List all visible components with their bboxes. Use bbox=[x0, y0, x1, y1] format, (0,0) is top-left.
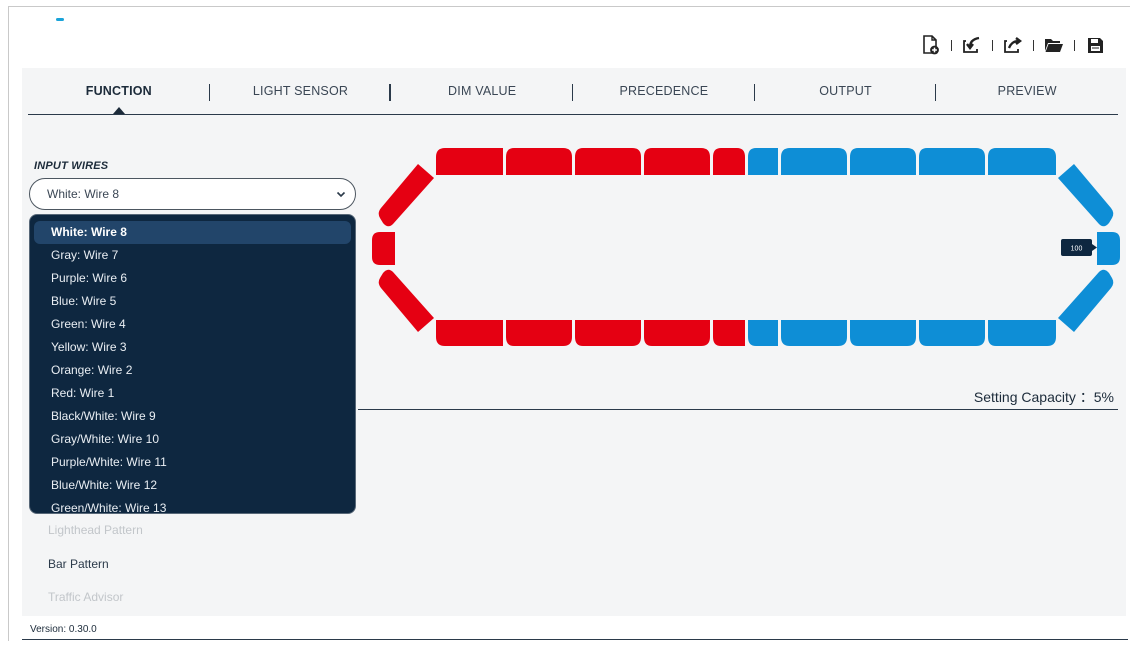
chevron-down-icon bbox=[336, 191, 346, 198]
light-segment[interactable] bbox=[575, 148, 641, 175]
toolbar-separator bbox=[951, 39, 952, 51]
tab-light-sensor[interactable]: LIGHT SENSOR bbox=[210, 68, 392, 114]
lighthead-pattern-option[interactable]: Lighthead Pattern bbox=[48, 523, 143, 537]
tab-label: DIM VALUE bbox=[448, 84, 517, 98]
tab-function[interactable]: FUNCTION bbox=[28, 68, 210, 114]
file-toolbar bbox=[920, 34, 1106, 56]
tab-label: PRECEDENCE bbox=[619, 84, 709, 98]
light-segment[interactable] bbox=[1097, 232, 1120, 265]
export-icon bbox=[1004, 37, 1022, 53]
light-segment[interactable] bbox=[850, 320, 916, 346]
light-segment[interactable] bbox=[436, 320, 503, 346]
dropdown-option[interactable]: Yellow: Wire 3 bbox=[30, 336, 355, 359]
tab-output[interactable]: OUTPUT bbox=[755, 68, 937, 114]
select-value: White: Wire 8 bbox=[47, 187, 120, 201]
section-divider bbox=[358, 409, 1118, 410]
light-segment[interactable] bbox=[506, 320, 572, 346]
traffic-advisor-option[interactable]: Traffic Advisor bbox=[48, 590, 123, 604]
import-icon bbox=[963, 36, 980, 53]
setting-capacity: Setting Capacity ：5% bbox=[973, 389, 1114, 405]
dropdown-option[interactable]: White: Wire 8 bbox=[34, 221, 351, 244]
light-segment[interactable] bbox=[919, 320, 985, 346]
light-segment[interactable] bbox=[748, 148, 778, 175]
new-file-icon bbox=[923, 35, 939, 55]
light-segment[interactable] bbox=[781, 148, 847, 175]
light-segment[interactable] bbox=[850, 148, 916, 175]
light-segment[interactable] bbox=[988, 148, 1056, 175]
light-segment[interactable] bbox=[713, 148, 745, 175]
input-wires-dropdown[interactable]: White: Wire 8 Gray: Wire 7 Purple: Wire … bbox=[29, 214, 356, 514]
tab-preview[interactable]: PREVIEW bbox=[936, 68, 1118, 114]
dropdown-option[interactable]: Green/White: Wire 13 bbox=[30, 497, 355, 513]
footer-divider bbox=[22, 639, 1128, 640]
light-segment[interactable] bbox=[644, 320, 710, 346]
app-logo bbox=[56, 18, 64, 21]
open-folder-button[interactable] bbox=[1043, 34, 1065, 56]
export-button[interactable] bbox=[1002, 34, 1024, 56]
light-segment[interactable] bbox=[436, 148, 503, 175]
dropdown-option[interactable]: Blue/White: Wire 12 bbox=[30, 474, 355, 497]
open-folder-icon bbox=[1045, 39, 1063, 52]
light-segment[interactable] bbox=[919, 148, 985, 175]
window-top-border bbox=[8, 6, 1130, 7]
tab-dim-value[interactable]: DIM VALUE bbox=[391, 68, 574, 114]
bar-pattern-option[interactable]: Bar Pattern bbox=[48, 557, 109, 571]
tab-bar: FUNCTION LIGHT SENSOR DIM VALUE PRECEDEN… bbox=[28, 68, 1118, 115]
window-left-border bbox=[8, 6, 9, 641]
toolbar-separator bbox=[1074, 39, 1075, 51]
dropdown-option[interactable]: Gray: Wire 7 bbox=[30, 244, 355, 267]
dropdown-options: White: Wire 8 Gray: Wire 7 Purple: Wire … bbox=[30, 215, 355, 513]
light-segment[interactable] bbox=[988, 320, 1056, 346]
toolbar-separator bbox=[992, 39, 993, 51]
input-wires-select[interactable]: White: Wire 8 bbox=[29, 178, 356, 210]
dropdown-option[interactable]: Blue: Wire 5 bbox=[30, 290, 355, 313]
active-tab-indicator bbox=[112, 107, 125, 114]
light-segment[interactable] bbox=[372, 232, 395, 265]
import-button[interactable] bbox=[961, 34, 983, 56]
dropdown-option[interactable]: Gray/White: Wire 10 bbox=[30, 428, 355, 451]
tab-label: PREVIEW bbox=[997, 84, 1057, 98]
tab-label: LIGHT SENSOR bbox=[252, 84, 349, 98]
light-segment[interactable] bbox=[575, 320, 641, 346]
tab-precedence[interactable]: PRECEDENCE bbox=[573, 68, 755, 114]
dropdown-option[interactable]: Purple/White: Wire 11 bbox=[30, 451, 355, 474]
dropdown-option[interactable]: Orange: Wire 2 bbox=[30, 359, 355, 382]
version-label: Version: 0.30.0 bbox=[30, 624, 97, 635]
save-button[interactable] bbox=[1084, 34, 1106, 56]
save-icon bbox=[1087, 37, 1103, 53]
light-segment[interactable] bbox=[748, 320, 778, 346]
light-segment[interactable] bbox=[713, 320, 745, 346]
light-segment[interactable] bbox=[506, 148, 572, 175]
light-segment[interactable] bbox=[644, 148, 710, 175]
dropdown-option[interactable]: Purple: Wire 6 bbox=[30, 267, 355, 290]
tab-label: FUNCTION bbox=[85, 84, 152, 98]
dropdown-option[interactable]: Black/White: Wire 9 bbox=[30, 405, 355, 428]
input-wires-label: INPUT WIRES bbox=[34, 160, 109, 172]
light-segment[interactable] bbox=[781, 320, 847, 346]
tab-label: OUTPUT bbox=[819, 84, 872, 98]
dropdown-option[interactable]: Green: Wire 4 bbox=[30, 313, 355, 336]
toolbar-separator bbox=[1033, 39, 1034, 51]
dropdown-option[interactable]: Red: Wire 1 bbox=[30, 382, 355, 405]
new-file-button[interactable] bbox=[920, 34, 942, 56]
